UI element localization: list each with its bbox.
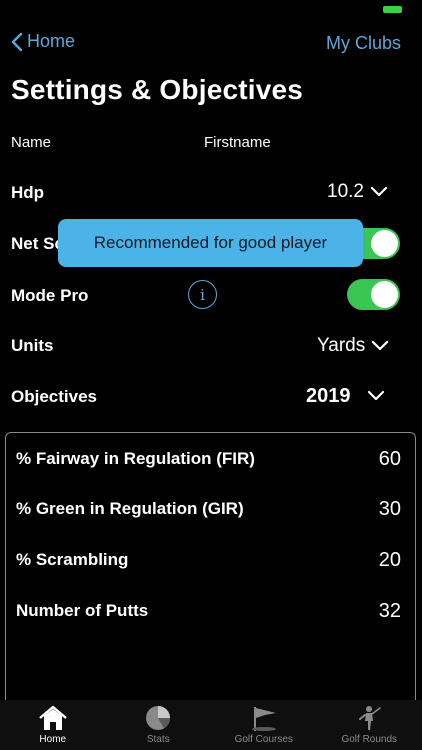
chevron-down-icon — [371, 340, 389, 352]
objective-value: 32 — [378, 599, 401, 622]
chevron-left-icon — [11, 32, 23, 52]
firstname-field[interactable]: Firstname — [204, 134, 271, 151]
objective-label: Number of Putts — [16, 601, 149, 620]
chevron-down-icon — [367, 385, 385, 408]
units-value: Yards — [317, 335, 366, 356]
tab-bar: Home Stats Golf Courses Golf Rounds — [0, 700, 422, 750]
objective-row[interactable]: % Scrambling 20 — [16, 548, 401, 572]
toggle-knob — [371, 230, 398, 257]
objectives-year-value: 2019 — [306, 385, 351, 407]
my-clubs-button[interactable]: My Clubs — [326, 33, 401, 54]
recommendation-tooltip: Recommended for good player — [58, 219, 363, 267]
tab-golf-rounds-label: Golf Rounds — [341, 734, 398, 745]
objective-value: 30 — [378, 497, 401, 520]
units-select[interactable]: Yards — [317, 335, 389, 357]
page-title: Settings & Objectives — [11, 74, 304, 105]
objective-label: % Scrambling — [16, 550, 129, 569]
objective-row[interactable]: % Fairway in Regulation (FIR) 60 — [16, 447, 401, 471]
objective-row[interactable]: % Green in Regulation (GIR) 30 — [16, 497, 401, 521]
hdp-label: Hdp — [11, 183, 45, 202]
tab-home[interactable]: Home — [0, 700, 106, 750]
tab-golf-rounds[interactable]: Golf Rounds — [317, 700, 422, 750]
mode-pro-toggle[interactable] — [347, 279, 400, 310]
tab-home-label: Home — [39, 734, 67, 745]
mode-pro-label: Mode Pro — [11, 286, 89, 305]
back-button-label: Home — [27, 31, 76, 51]
golfer-icon — [356, 705, 382, 731]
objective-row[interactable]: Number of Putts 32 — [16, 599, 401, 623]
flag-icon — [249, 705, 279, 731]
back-button[interactable]: Home — [11, 31, 75, 52]
tab-golf-courses-label: Golf Courses — [234, 734, 293, 745]
objectives-label: Objectives — [11, 387, 97, 406]
units-label: Units — [11, 336, 54, 355]
hdp-select[interactable]: 10.2 — [327, 181, 388, 203]
screen: Home My Clubs Settings & Objectives Name… — [0, 0, 422, 750]
name-field[interactable]: Name — [11, 134, 51, 151]
hdp-value: 10.2 — [327, 181, 364, 202]
objective-value: 60 — [378, 447, 401, 470]
objective-value: 20 — [378, 548, 401, 571]
info-icon[interactable]: i — [188, 280, 217, 309]
objectives-year-select[interactable]: 2019 — [306, 385, 385, 408]
chevron-down-icon — [370, 186, 388, 198]
pie-chart-icon — [144, 705, 172, 731]
net-score-label: Net Sc — [11, 234, 64, 253]
objective-label: % Fairway in Regulation (FIR) — [16, 449, 255, 468]
battery-indicator — [383, 6, 402, 13]
tab-golf-courses[interactable]: Golf Courses — [211, 700, 317, 750]
house-icon — [38, 705, 68, 731]
tab-stats-label: Stats — [146, 734, 170, 745]
toggle-knob — [371, 281, 398, 308]
objectives-panel: % Fairway in Regulation (FIR) 60 % Green… — [5, 432, 416, 712]
objective-label: % Green in Regulation (GIR) — [16, 499, 244, 518]
tab-stats[interactable]: Stats — [106, 700, 212, 750]
